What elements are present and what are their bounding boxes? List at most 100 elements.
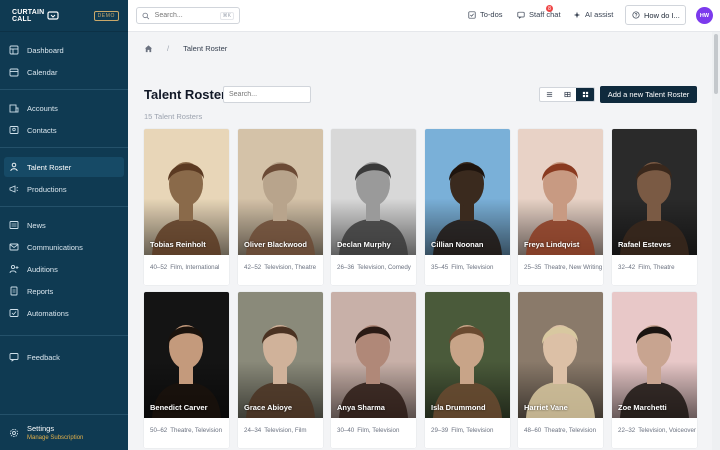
talent-card[interactable]: Grace Abioye 24–34 Television, Film — [238, 292, 323, 448]
sidebar-divider — [0, 89, 128, 90]
roster-search-input[interactable] — [223, 86, 311, 103]
page-title: Talent Roster — [144, 87, 227, 102]
talent-card[interactable]: Rafael Esteves 32–42 Film, Theatre — [612, 129, 697, 285]
talent-age-range: 29–39 — [431, 427, 449, 434]
talent-info: 48–60 Theatre, Television — [524, 425, 603, 436]
talent-photo — [238, 129, 323, 255]
talent-card[interactable]: Oliver Blackwood 42–52 Television, Theatre — [238, 129, 323, 285]
sidebar-divider — [0, 147, 128, 148]
sidebar-item-automations[interactable]: Automations — [4, 303, 124, 323]
talent-name: Tobias Reinholt — [150, 240, 206, 249]
sidebar-item-communications[interactable]: Communications — [4, 237, 124, 257]
sidebar-item-label: News — [27, 220, 46, 230]
talent-info: 40–52 Film, International — [150, 262, 229, 273]
talent-card[interactable]: Harriet Vane 48–60 Theatre, Television — [518, 292, 603, 448]
talent-tags: Film, Television — [357, 427, 400, 434]
staff-chat-label: Staff chat — [529, 10, 561, 19]
sidebar-item-label: Feedback — [27, 352, 60, 362]
talent-name: Freya Lindqvist — [524, 240, 580, 249]
talent-name: Harriet Vane — [524, 403, 568, 412]
talent-info: 24–34 Television, Film — [244, 425, 323, 436]
home-icon[interactable] — [144, 44, 153, 53]
talent-card[interactable]: Isla Drummond 29–39 Film, Television — [425, 292, 510, 448]
talent-tags: Theatre, New Writing — [544, 264, 603, 271]
todos-button[interactable]: To-dos — [468, 10, 503, 19]
talent-card[interactable]: Zoe Marchetti 22–32 Television, Voiceover — [612, 292, 697, 448]
sidebar-item-auditions[interactable]: Auditions — [4, 259, 124, 279]
sidebar-item-contacts[interactable]: Contacts — [4, 120, 124, 140]
talent-card[interactable]: Anya Sharma 30–40 Film, Television — [331, 292, 416, 448]
talent-card[interactable]: Freya Lindqvist 25–35 Theatre, New Writing — [518, 129, 603, 285]
sidebar-item-productions[interactable]: Productions — [4, 179, 124, 199]
talent-name: Benedict Carver — [150, 403, 208, 412]
global-search-input[interactable] — [154, 12, 215, 19]
notification-badge: 8 — [546, 5, 553, 12]
talent-age-range: 40–52 — [150, 264, 168, 271]
logo-text-line1: CURTAIN — [12, 8, 45, 16]
sidebar-divider — [0, 335, 128, 336]
user-avatar[interactable]: HW — [696, 7, 713, 24]
sidebar-item-dashboard[interactable]: Dashboard — [4, 40, 124, 60]
talent-photo — [518, 292, 603, 418]
sidebar-item-label: Dashboard — [27, 45, 64, 55]
logo-mark-icon — [47, 10, 59, 20]
sidebar-item-label: Automations — [27, 308, 69, 318]
list-icon — [546, 92, 552, 97]
scrollbar-thumb[interactable] — [714, 34, 718, 94]
sidebar-item-news[interactable]: News — [4, 215, 124, 235]
talent-photo — [331, 292, 416, 418]
ai-assist-button[interactable]: AI assist — [573, 10, 613, 19]
app-logo[interactable]: CURTAIN CALL — [12, 9, 59, 23]
talent-photo — [144, 292, 229, 418]
talent-card[interactable]: Cillian Noonan 35–45 Film, Television — [425, 129, 510, 285]
scrollbar[interactable] — [712, 32, 720, 450]
talent-photo — [425, 292, 510, 418]
talent-age-range: 48–60 — [524, 427, 542, 434]
megaphone-icon — [9, 184, 19, 194]
sidebar-item-feedback[interactable]: Feedback — [4, 347, 124, 367]
news-icon — [9, 220, 19, 230]
talent-info: 26–36 Television, Comedy — [337, 262, 416, 273]
grid-view-button[interactable] — [576, 88, 594, 101]
table-icon — [564, 91, 570, 98]
help-button[interactable]: How do I... — [625, 5, 686, 25]
help-label: How do I... — [644, 10, 680, 20]
talent-card[interactable]: Benedict Carver 50–62 Theatre, Television — [144, 292, 229, 448]
sidebar-item-calendar[interactable]: Calendar — [4, 62, 124, 82]
sidebar-item-reports[interactable]: Reports — [4, 281, 124, 301]
sidebar: CURTAIN CALL DEMO Dashboard Calendar Acc… — [0, 0, 128, 450]
report-icon — [9, 286, 19, 296]
table-view-button[interactable] — [558, 88, 576, 101]
add-talent-roster-button[interactable]: Add a new Talent Roster — [600, 86, 697, 103]
settings-item[interactable]: Settings Manage Subscription — [0, 414, 128, 450]
automation-icon — [9, 308, 19, 318]
global-search[interactable]: ⌘K — [136, 7, 240, 24]
checkbox-icon — [468, 10, 476, 19]
list-view-button[interactable] — [540, 88, 558, 101]
breadcrumb-current: Talent Roster — [183, 44, 228, 53]
sidebar-item-talent-roster[interactable]: Talent Roster — [4, 157, 124, 177]
talent-info: 35–45 Film, Television — [431, 262, 510, 273]
top-bar: ⌘K To-dos Staff chat 8 AI assist How do … — [128, 0, 720, 32]
talent-tags: Television, Voiceover — [638, 427, 696, 434]
talent-age-range: 26–36 — [337, 264, 355, 271]
talent-tags: Theatre, Television — [544, 427, 597, 434]
view-toggle — [539, 87, 595, 102]
talent-age-range: 42–52 — [244, 264, 262, 271]
talent-tags: Television, Theatre — [264, 264, 317, 271]
manage-subscription-link[interactable]: Manage Subscription — [27, 435, 83, 441]
calendar-icon — [9, 67, 19, 77]
talent-photo — [331, 129, 416, 255]
talent-photo — [238, 292, 323, 418]
talent-info: 50–62 Theatre, Television — [150, 425, 229, 436]
person-icon — [9, 162, 19, 172]
talent-tags: Television, Comedy — [357, 264, 411, 271]
todos-label: To-dos — [480, 10, 503, 19]
talent-card[interactable]: Declan Murphy 26–36 Television, Comedy — [331, 129, 416, 285]
talent-card[interactable]: Tobias Reinholt 40–52 Film, International — [144, 129, 229, 285]
talent-name: Declan Murphy — [337, 240, 391, 249]
sidebar-item-accounts[interactable]: Accounts — [4, 98, 124, 118]
talent-age-range: 22–32 — [618, 427, 636, 434]
sidebar-item-label: Communications — [27, 242, 83, 252]
staff-chat-button[interactable]: Staff chat 8 — [517, 5, 561, 19]
